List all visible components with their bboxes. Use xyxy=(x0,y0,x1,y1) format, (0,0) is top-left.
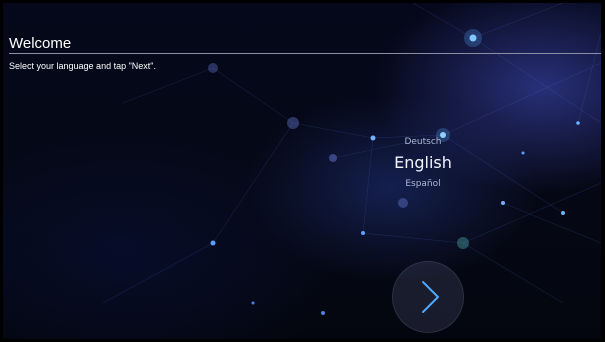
language-option-espanol[interactable]: Español xyxy=(363,179,483,189)
instructions-text: Select your language and tap "Next". xyxy=(9,61,156,71)
next-button[interactable] xyxy=(392,261,464,333)
title-divider xyxy=(9,53,601,54)
language-option-deutsch[interactable]: Deutsch xyxy=(363,137,483,147)
language-option-english-selected[interactable]: English xyxy=(363,153,483,172)
page-title: Welcome xyxy=(9,35,72,52)
setup-wizard-screen: Welcome Select your language and tap "Ne… xyxy=(3,3,601,339)
chevron-right-icon xyxy=(422,281,439,313)
